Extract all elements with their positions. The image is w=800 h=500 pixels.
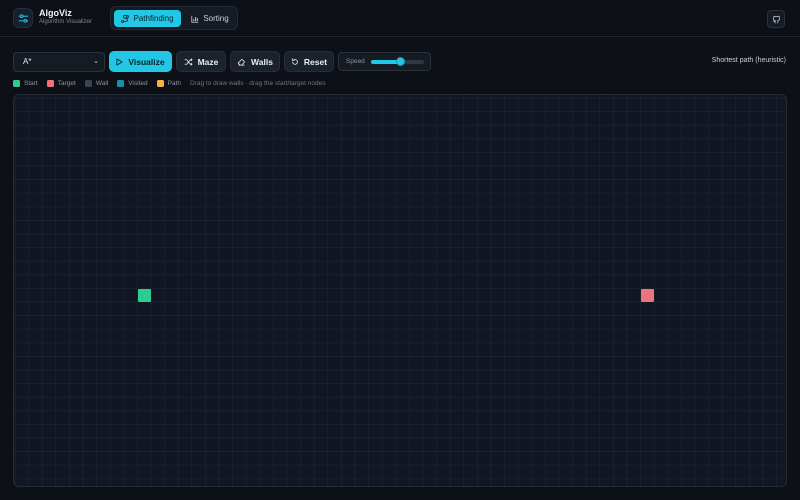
legend-label: Target: [57, 79, 76, 87]
algorithm-select[interactable]: A* ⌄: [13, 52, 105, 72]
walls-button[interactable]: Walls: [230, 51, 280, 72]
legend-item-start: Start: [13, 79, 38, 87]
github-button[interactable]: [767, 10, 785, 28]
algorithm-select-value: A*: [23, 57, 32, 66]
legend-item-visited: Visited: [117, 79, 148, 87]
reset-button-label: Reset: [303, 56, 328, 67]
legend-hint: Drag to draw walls · drag the start/targ…: [190, 79, 326, 87]
legend-item-path: Path: [156, 79, 181, 87]
shuffle-icon: [184, 57, 193, 66]
chevron-down-icon: ⌄: [93, 58, 99, 65]
app-subtitle: Algorithm Visualizer: [39, 19, 92, 25]
bar-chart-icon: [191, 15, 199, 23]
app-header: AlgoViz Algorithm Visualizer Pathfinding…: [0, 0, 800, 37]
speed-slider-thumb[interactable]: [396, 57, 406, 66]
target-node[interactable]: [641, 288, 655, 302]
app-title: AlgoViz: [39, 8, 72, 18]
grid-lines: [14, 95, 786, 486]
maze-button-label: Maze: [197, 56, 219, 67]
legend-label: Start: [24, 79, 38, 87]
legend-swatch: [46, 79, 54, 87]
speed-control: Speed: [338, 52, 431, 71]
tab-pathfinding[interactable]: Pathfinding: [114, 10, 181, 27]
legend-swatch: [13, 79, 20, 87]
route-icon: [121, 14, 130, 23]
algorithm-description: Shortest path (heuristic): [711, 57, 786, 64]
legend-swatch: [117, 79, 125, 87]
visualize-button-label: Visualize: [128, 56, 165, 67]
sliders-icon: [18, 13, 28, 23]
start-node[interactable]: [137, 288, 151, 302]
play-icon: [116, 58, 123, 65]
legend-item-wall: Wall: [84, 79, 109, 87]
mode-switch: Pathfinding Sorting: [110, 6, 238, 30]
reset-button[interactable]: Reset: [284, 51, 334, 72]
legend-label: Visited: [128, 79, 148, 87]
legend-swatch: [156, 79, 164, 87]
eraser-icon: [237, 58, 246, 66]
walls-button-label: Walls: [251, 56, 273, 67]
legend: Start Target Wall Visited Path Drag to d…: [13, 78, 325, 88]
maze-button[interactable]: Maze: [176, 51, 226, 72]
speed-label: Speed: [346, 58, 365, 65]
visualize-button[interactable]: Visualize: [109, 51, 172, 72]
pathfinding-grid[interactable]: [13, 94, 787, 487]
reset-icon: [291, 57, 298, 65]
app-logo: [13, 8, 33, 28]
tab-pathfinding-label: Pathfinding: [133, 14, 174, 23]
legend-label: Path: [167, 79, 181, 87]
tab-sorting-label: Sorting: [203, 14, 229, 23]
legend-label: Wall: [95, 79, 109, 87]
github-icon: [772, 15, 780, 23]
legend-swatch: [84, 79, 92, 87]
tab-sorting[interactable]: Sorting: [185, 10, 235, 27]
legend-item-target: Target: [46, 79, 76, 87]
speed-slider[interactable]: [371, 57, 424, 66]
